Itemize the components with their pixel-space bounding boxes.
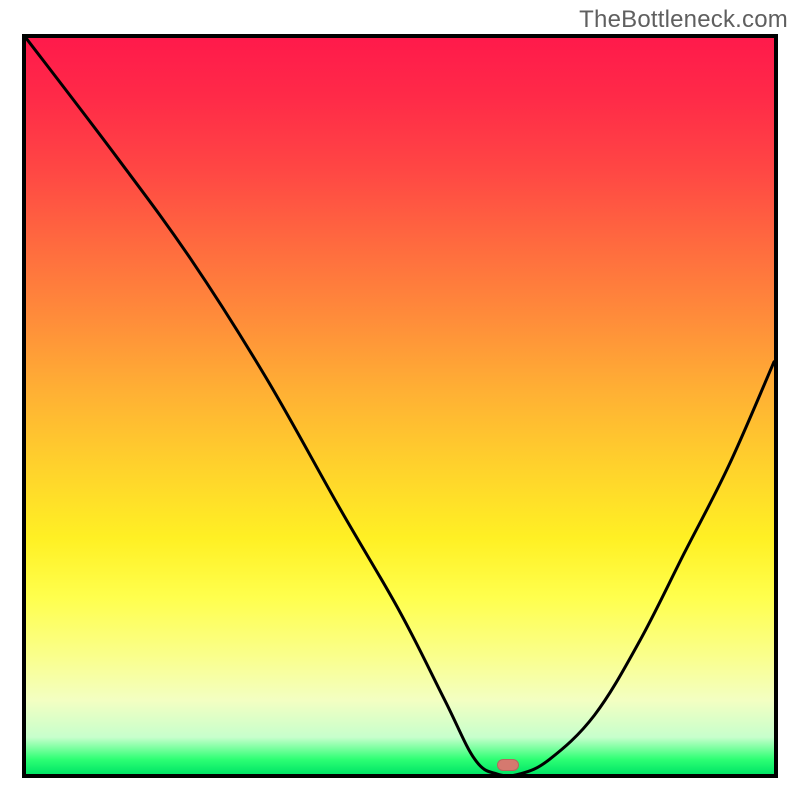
bottleneck-curve [26, 38, 774, 774]
watermark-text: TheBottleneck.com [579, 6, 788, 34]
plot-frame [22, 34, 778, 778]
plot-area [26, 38, 774, 774]
optimal-marker [497, 759, 519, 771]
curve-svg [26, 38, 774, 774]
chart-container: TheBottleneck.com [0, 0, 800, 800]
